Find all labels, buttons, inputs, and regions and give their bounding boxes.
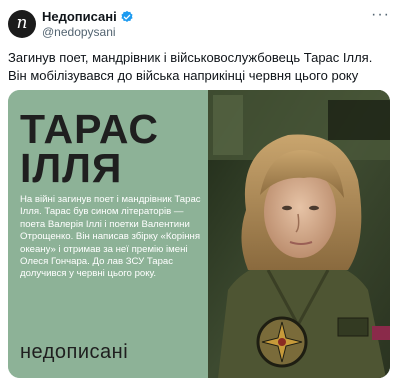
display-name[interactable]: Недописані	[42, 9, 117, 24]
more-options-icon[interactable]: ···	[371, 7, 390, 23]
info-panel: ТАРАС ІЛЛЯ На війні загинув поет і мандр…	[8, 90, 208, 378]
poster-title-line2: ІЛЛЯ	[20, 145, 123, 191]
poster-title: ТАРАС ІЛЛЯ	[20, 106, 210, 191]
author-name-row: Недописані	[42, 9, 134, 24]
author-handle[interactable]: @nedopysani	[42, 25, 116, 39]
verified-badge-icon	[120, 10, 134, 24]
avatar-letter: n	[16, 12, 28, 33]
portrait-photo	[208, 90, 390, 378]
poster-bio: На війні загинув поет і мандрівник Тарас…	[20, 194, 201, 280]
avatar[interactable]: n	[8, 10, 36, 38]
tweet-text: Загинув поет, мандрівник і військовослуж…	[8, 50, 373, 83]
poster-title-line1: ТАРАС	[20, 106, 160, 152]
tweet-media-image[interactable]: ТАРАС ІЛЛЯ На війні загинув поет і мандр…	[8, 90, 390, 378]
poster-logo: недописані	[20, 341, 129, 363]
